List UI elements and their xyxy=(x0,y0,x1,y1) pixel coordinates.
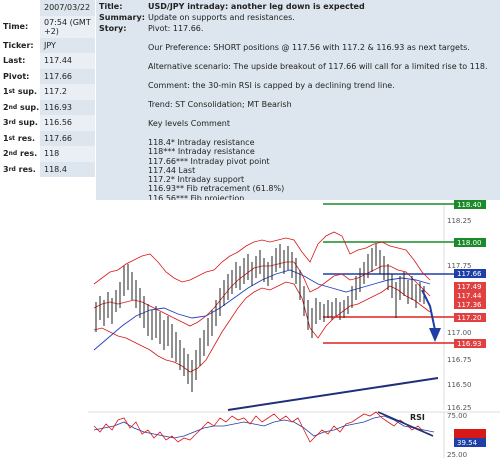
analysis-panel: Title: USD/JPY intraday: another leg dow… xyxy=(96,0,500,203)
story-alternative: Alternative scenario: The upside breakou… xyxy=(148,62,488,71)
price-axis-tick: 117.00 xyxy=(447,329,472,337)
resistance-1-label-word: res. xyxy=(17,133,35,143)
rsi-axis-tick: 25.00 xyxy=(447,451,467,459)
level-tag-text: 117.36 xyxy=(457,301,482,309)
level-tag-text: 117.44 xyxy=(457,292,482,300)
support-2-label-suffix: nd xyxy=(8,103,18,111)
rsi-value-text: 39.54 xyxy=(457,439,478,447)
pivot-row: Pivot: 117.66 xyxy=(0,68,95,84)
key-level-item: 117.2* Intraday support xyxy=(148,175,245,185)
pivot-label: Pivot: xyxy=(0,68,40,84)
resistance-3-label-word: res. xyxy=(18,164,36,174)
support-2-label: 2nd sup. xyxy=(0,99,40,115)
rsi-axis-tick: 75.00 xyxy=(447,412,467,420)
support-1-label: 1st sup. xyxy=(0,84,40,100)
rsi-label: RSI xyxy=(410,413,425,422)
summary-row: Summary: Update on supports and resistan… xyxy=(96,11,500,22)
support-3-row: 3rd sup. 116.56 xyxy=(0,115,95,131)
ticker-value: JPY xyxy=(40,37,95,53)
time-row: Time: 07:54 (GMT +2) xyxy=(0,15,95,38)
date-label xyxy=(0,0,40,16)
story-pivot: Pivot: 117.66. xyxy=(148,24,204,33)
resistance-2-row: 2nd res. 118 xyxy=(0,146,95,162)
rsi-value-tag-red xyxy=(454,429,486,438)
support-1-value: 117.2 xyxy=(40,84,95,100)
support-2-label-word: sup. xyxy=(19,102,40,112)
price-axis-tick: 116.75 xyxy=(447,356,472,364)
level-tag-text: 117.66 xyxy=(457,270,482,278)
last-label: Last: xyxy=(0,53,40,69)
level-tag-text: 116.93 xyxy=(457,340,482,348)
level-tag-text: 118.00 xyxy=(457,239,482,247)
resistance-1-label-suffix: st xyxy=(8,134,16,142)
key-level-item: 116.93** Fib retracement (61.8%) xyxy=(148,184,285,194)
resistance-1-row: 1st res. 117.66 xyxy=(0,130,95,146)
story-preference: Our Preference: SHORT positions @ 117.56… xyxy=(148,43,470,52)
key-level-item: 118*** Intraday resistance xyxy=(148,147,255,157)
summary-text: Update on supports and resistances. xyxy=(148,13,295,22)
support-2-value: 116.93 xyxy=(40,99,95,115)
key-level-item: 117.66*** Intraday pivot point xyxy=(148,156,270,166)
support-1-row: 1st sup. 117.2 xyxy=(0,84,95,100)
story-comment: Comment: the 30-min RSI is capped by a d… xyxy=(148,81,395,90)
last-row: Last: 117.44 xyxy=(0,53,95,69)
last-value: 117.44 xyxy=(40,53,95,69)
resistance-1-value: 117.66 xyxy=(40,130,95,146)
analysis-title: USD/JPY intraday: another leg down is ex… xyxy=(148,2,365,11)
pivot-value: 117.66 xyxy=(40,68,95,84)
date-value: 2007/03/22 xyxy=(40,0,95,16)
date-row: 2007/03/22 xyxy=(0,0,95,16)
story-row: Story: Pivot: 117.66. Our Preference: SH… xyxy=(96,22,500,203)
ticker-row: Ticker: JPY xyxy=(0,37,95,53)
time-label: Time: xyxy=(0,15,40,38)
resistance-3-row: 3rd res. 118.4 xyxy=(0,161,95,177)
resistance-2-label-word: res. xyxy=(19,149,38,159)
resistance-2-label: 2nd res. xyxy=(0,146,40,162)
instrument-info-panel: 2007/03/22 Time: 07:54 (GMT +2) Ticker: … xyxy=(0,0,95,177)
resistance-3-label-suffix: rd xyxy=(8,165,16,173)
key-level-item: 118.4* Intraday resistance xyxy=(148,138,255,147)
title-row: Title: USD/JPY intraday: another leg dow… xyxy=(96,0,500,11)
support-3-value: 116.56 xyxy=(40,115,95,131)
support-3-label-word: sup. xyxy=(18,118,38,128)
resistance-2-value: 118 xyxy=(40,146,95,162)
story-trend: Trend: ST Consolidation; MT Bearish xyxy=(148,100,292,109)
support-2-row: 2nd sup. 116.93 xyxy=(0,99,95,115)
key-level-item: 117.44 Last xyxy=(148,165,196,175)
price-axis-tick: 116.50 xyxy=(447,381,472,389)
summary-label: Summary: xyxy=(99,13,145,22)
resistance-1-label: 1st res. xyxy=(0,130,40,146)
price-axis-tick: 118.25 xyxy=(447,217,472,225)
level-tag-text: 118.40 xyxy=(457,201,482,209)
story-label: Story: xyxy=(99,24,127,33)
support-3-label-suffix: rd xyxy=(8,119,16,127)
price-axis-tick: 116.25 xyxy=(447,404,472,412)
price-axis-tick: 117.75 xyxy=(447,262,472,270)
level-tag-text: 117.49 xyxy=(457,283,482,291)
support-1-label-word: sup. xyxy=(17,87,38,97)
ticker-label: Ticker: xyxy=(0,37,40,53)
resistance-3-value: 118.4 xyxy=(40,161,95,177)
level-tag-text: 117.20 xyxy=(457,314,482,322)
price-chart: 118.25 117.75 117.00 116.75 116.50 116.2… xyxy=(88,200,500,459)
support-3-label: 3rd sup. xyxy=(0,115,40,131)
resistance-2-label-suffix: nd xyxy=(8,150,18,158)
resistance-3-label: 3rd res. xyxy=(0,161,40,177)
support-1-label-suffix: st xyxy=(8,88,16,96)
story-key-levels-header: Key levels Comment xyxy=(148,119,230,128)
story-body: Pivot: 117.66. Our Preference: SHORT pos… xyxy=(146,22,500,203)
time-value: 07:54 (GMT +2) xyxy=(40,15,95,38)
title-label: Title: xyxy=(99,2,123,11)
